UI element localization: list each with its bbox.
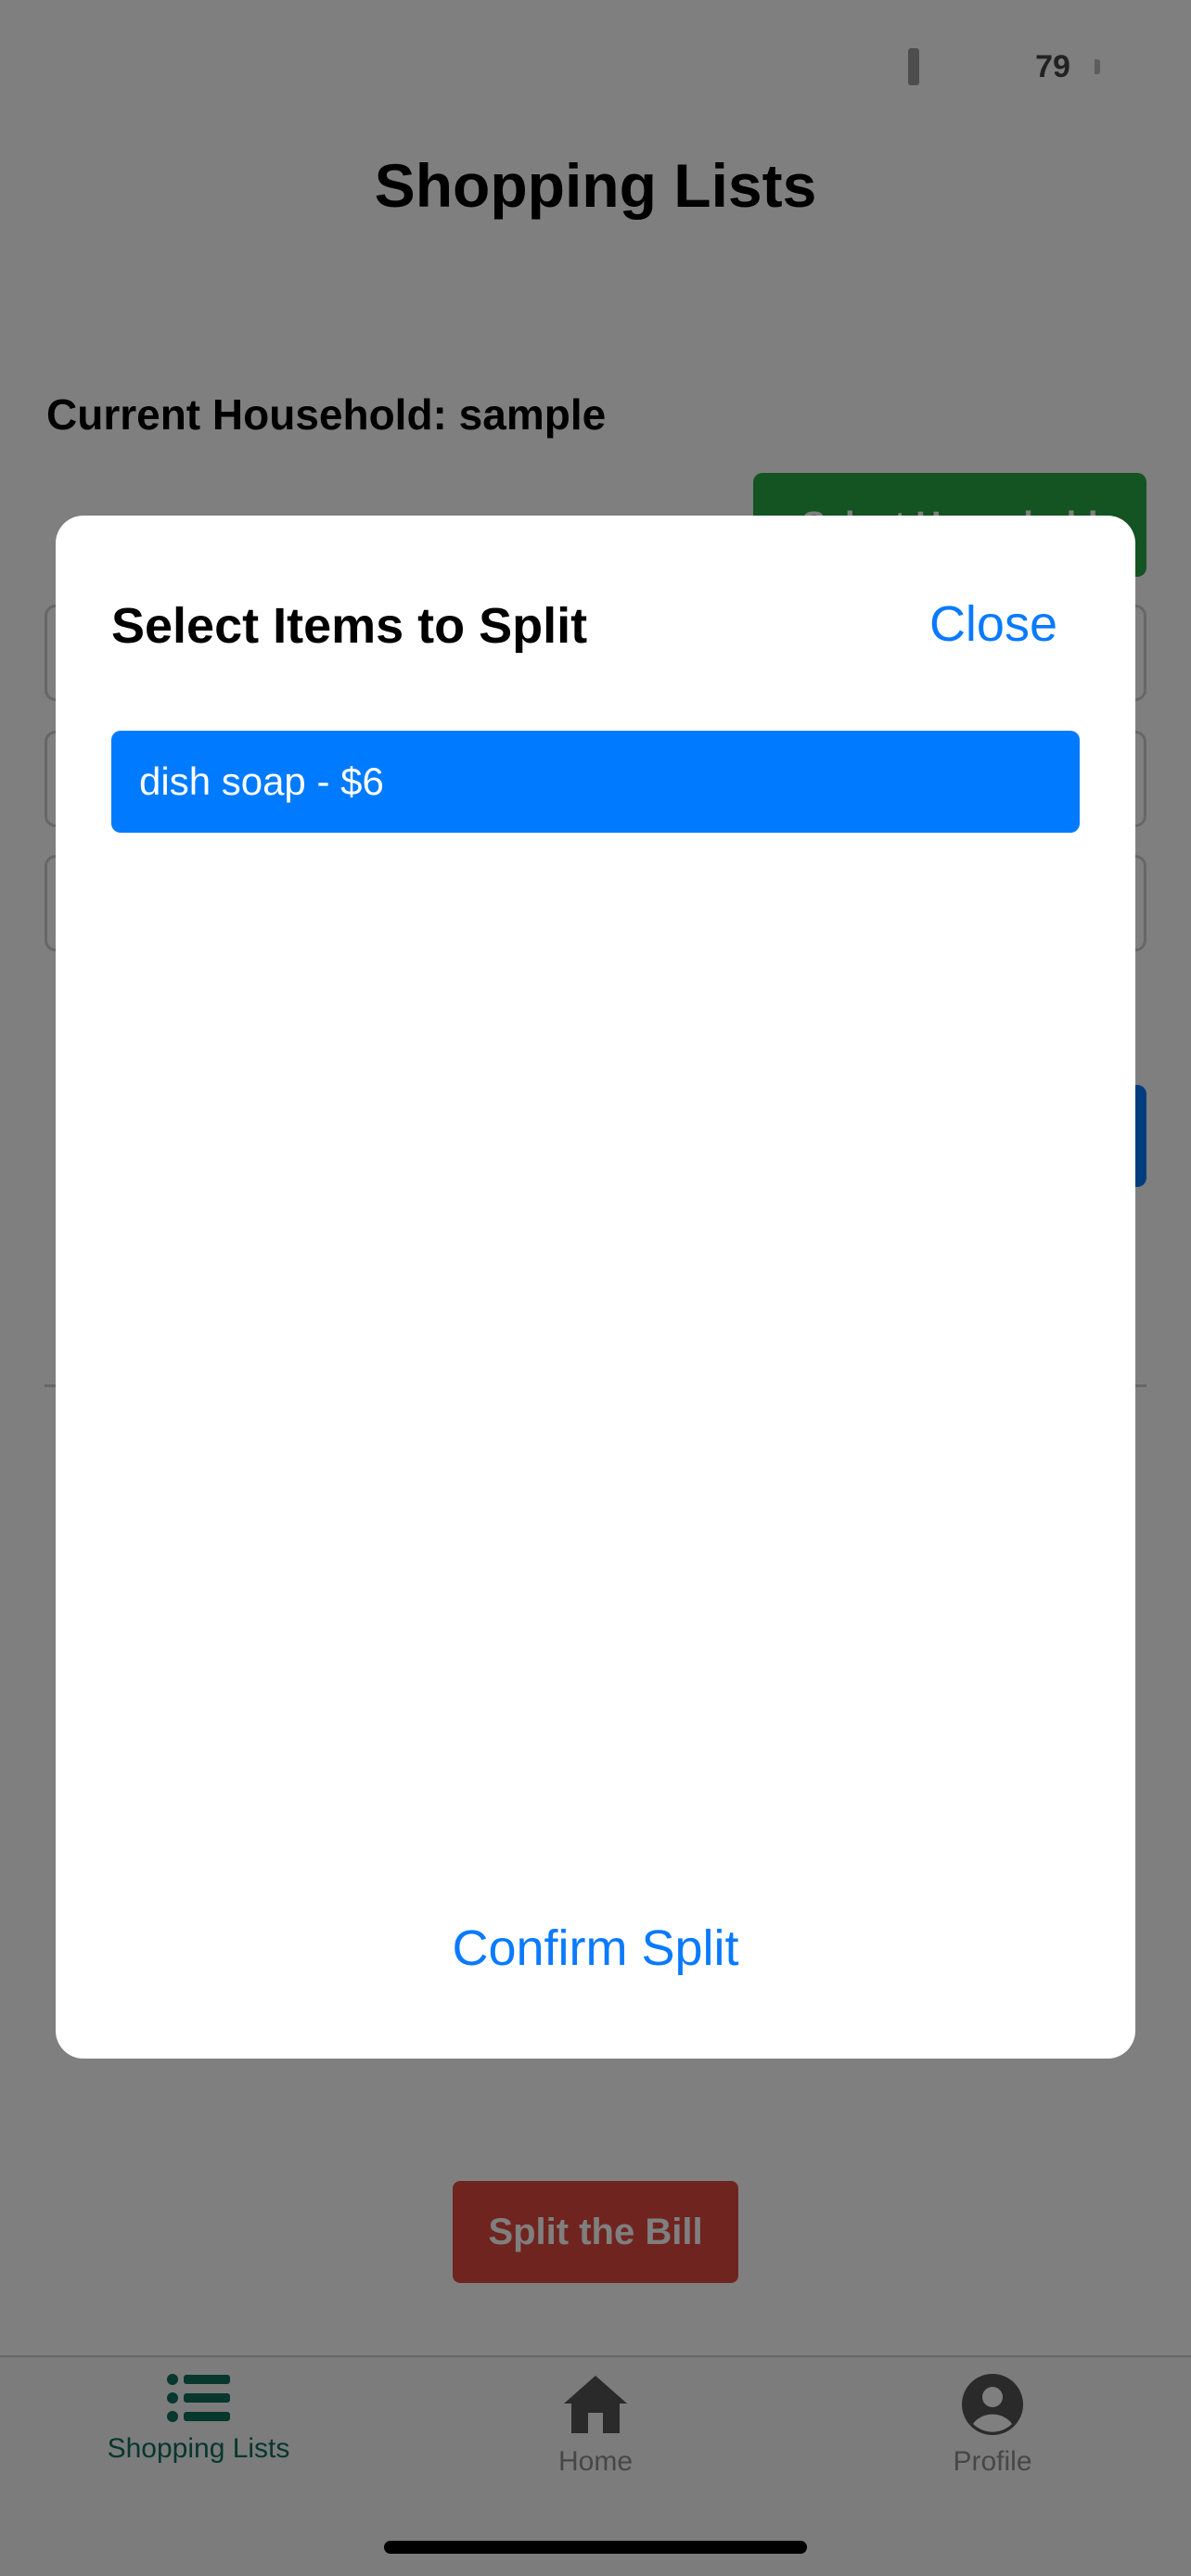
modal-title: Select Items to Split xyxy=(111,598,588,654)
close-button[interactable]: Close xyxy=(929,595,1057,653)
confirm-split-button[interactable]: Confirm Split xyxy=(56,1919,1135,1977)
split-items-modal: Select Items to Split Close dish soap - … xyxy=(56,516,1135,2059)
split-item[interactable]: dish soap - $6 xyxy=(111,731,1080,833)
home-indicator xyxy=(384,2541,807,2554)
